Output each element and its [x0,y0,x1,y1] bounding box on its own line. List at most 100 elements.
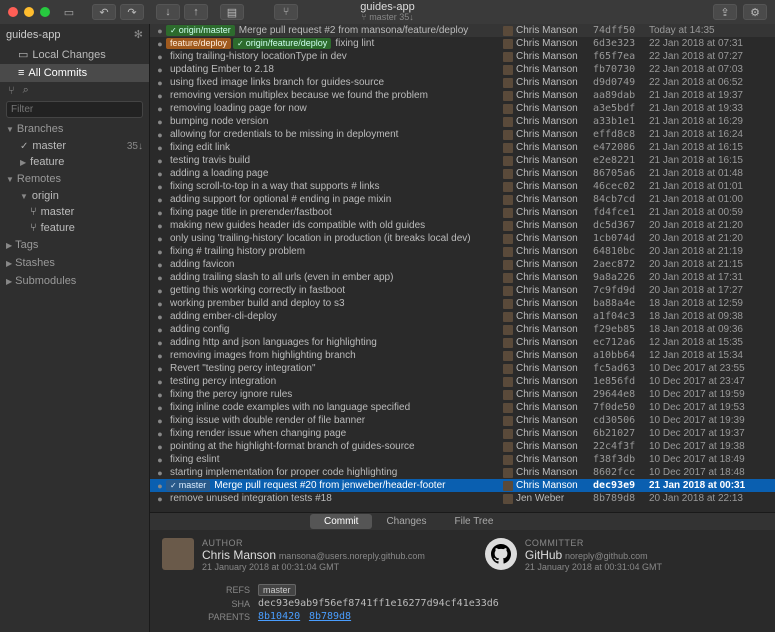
commit-row[interactable]: ●updating Ember to 2.18Chris Mansonfb707… [150,63,775,76]
parent-link[interactable]: 8b10420 [258,611,300,622]
commit-row[interactable]: ●only using 'trailing-history' location … [150,232,775,245]
commit-row[interactable]: ●fixing edit linkChris Mansone47208621 J… [150,141,775,154]
sidebar-all-commits[interactable]: ≡ All Commits [0,64,149,82]
commit-message: fixing issue with double render of file … [166,415,503,426]
branch-master[interactable]: ✓ master 35↓ [0,138,149,154]
sidebar-local-changes[interactable]: ▭ Local Changes [0,45,149,64]
commit-row[interactable]: ●fixing render issue when changing pageC… [150,427,775,440]
author-email: mansona@users.noreply.github.com [279,551,425,561]
push-icon[interactable]: ↑ [184,4,208,20]
commit-row[interactable]: ●getting this working correctly in fastb… [150,284,775,297]
gear-icon[interactable]: ✻ [134,28,143,41]
filter-input[interactable] [6,101,143,118]
committer-section: COMMITTER GitHub noreply@github.com 21 J… [485,538,662,572]
commit-row[interactable]: ●fixing issue with double render of file… [150,414,775,427]
commit-row[interactable]: ●adding faviconChris Manson2aec87220 Jan… [150,258,775,271]
graph-node-icon: ● [154,286,166,296]
commit-row[interactable]: ●working prember build and deploy to s3C… [150,297,775,310]
commit-row[interactable]: ●making new guides header ids compatible… [150,219,775,232]
commit-date: 10 Dec 2017 at 19:38 [649,441,771,452]
settings-icon[interactable]: ⚙ [743,4,767,20]
commit-row[interactable]: ●allowing for credentials to be missing … [150,128,775,141]
chevron-right-icon: ▶ [6,241,12,250]
commit-hash: f38f3db [593,454,649,465]
commit-row[interactable]: ●fixing page title in prerender/fastboot… [150,206,775,219]
redo-icon[interactable]: ↷ [120,4,144,20]
commit-row[interactable]: ●feature/deploy✓origin/feature/deployfix… [150,37,775,50]
commit-row[interactable]: ●removing version multiplex because we f… [150,89,775,102]
commit-row[interactable]: ●remove unused integration tests #18Jen … [150,492,775,505]
remote-branch-master[interactable]: ⑂ master [0,204,149,220]
commit-row[interactable]: ●using fixed image links branch for guid… [150,76,775,89]
sidebar-repo-header[interactable]: guides-app ✻ [0,24,149,45]
commit-row[interactable]: ●✓masterMerge pull request #20 from jenw… [150,479,775,492]
share-icon[interactable]: ⇪ [713,4,737,20]
maximize-window-icon[interactable] [40,7,50,17]
commit-row[interactable]: ●fixing # trailing history problemChris … [150,245,775,258]
stash-icon[interactable]: ▤ [220,4,244,20]
graph-node-icon: ● [154,494,166,504]
ref-badge[interactable]: ✓origin/feature/deploy [233,38,331,49]
ref-badge[interactable]: ✓master [166,480,210,491]
commit-author: Chris Manson [503,428,593,439]
undo-icon[interactable]: ↶ [92,4,116,20]
commit-list[interactable]: ●✓origin/masterMerge pull request #2 fro… [150,24,775,512]
section-remotes[interactable]: ▼ Remotes [0,170,149,188]
remote-branch-feature[interactable]: ⑂ feature [0,220,149,236]
ref-badge[interactable]: feature/deploy [166,38,231,49]
commit-date: 20 Jan 2018 at 21:19 [649,246,771,257]
commit-row[interactable]: ●adding a loading pageChris Manson86705a… [150,167,775,180]
repo-switcher-icon[interactable]: ▭ [58,4,80,20]
commit-message: fixing inline code examples with no lang… [166,402,503,413]
close-window-icon[interactable] [8,7,18,17]
commit-date: 21 Jan 2018 at 01:01 [649,181,771,192]
commit-row[interactable]: ●fixing trailing-history locationType in… [150,50,775,63]
section-branches[interactable]: ▼ Branches [0,120,149,138]
commit-row[interactable]: ●bumping node versionChris Mansona33b1e1… [150,115,775,128]
commit-row[interactable]: ●fixing the percy ignore rulesChris Mans… [150,388,775,401]
commit-date: 10 Dec 2017 at 23:47 [649,376,771,387]
author-avatar-icon [503,65,513,75]
author-avatar-icon [503,208,513,218]
pull-icon[interactable]: ↓ [156,4,180,20]
author-avatar [162,538,194,570]
section-submodules[interactable]: ▶ Submodules [0,272,149,290]
commit-row[interactable]: ●fixing eslintChris Mansonf38f3db10 Dec … [150,453,775,466]
search-icon: ⌕ [23,84,29,97]
commit-message: adding support for optional # ending in … [166,194,503,205]
commit-row[interactable]: ●fixing scroll-to-top in a way that supp… [150,180,775,193]
section-stashes[interactable]: ▶ Stashes [0,254,149,272]
section-tags[interactable]: ▶ Tags [0,236,149,254]
commit-row[interactable]: ●testing travis buildChris Mansone2e8221… [150,154,775,167]
tab-file-tree[interactable]: File Tree [440,514,507,529]
minimize-window-icon[interactable] [24,7,34,17]
local-changes-icon: ▭ [18,48,28,61]
remote-origin[interactable]: ▼ origin [0,188,149,204]
commit-row[interactable]: ●adding support for optional # ending in… [150,193,775,206]
detail-body: AUTHOR Chris Manson mansona@users.norepl… [150,530,775,580]
commit-author: Chris Manson [503,363,593,374]
commit-row[interactable]: ●pointing at the highlight-format branch… [150,440,775,453]
branch-icon[interactable]: ⑂ [4,85,19,97]
commit-row[interactable]: ●starting implementation for proper code… [150,466,775,479]
commit-row[interactable]: ●testing percy integrationChris Manson1e… [150,375,775,388]
tab-changes[interactable]: Changes [372,514,440,529]
commit-row[interactable]: ●Revert "testing percy integration"Chris… [150,362,775,375]
commit-row[interactable]: ●adding configChris Mansonf29eb8518 Jan … [150,323,775,336]
commit-row[interactable]: ●fixing inline code examples with no lan… [150,401,775,414]
tab-commit[interactable]: Commit [310,514,372,529]
parent-link[interactable]: 8b789d8 [309,611,351,622]
branch-feature[interactable]: ▶ feature [0,154,149,170]
commit-hash: 64810bc [593,246,649,257]
ref-badge[interactable]: ✓origin/master [166,25,235,36]
commit-message: adding config [166,324,503,335]
commit-row[interactable]: ●✓origin/masterMerge pull request #2 fro… [150,24,775,37]
commit-hash: cd30506 [593,415,649,426]
branch-icon: ⑂ [30,222,37,234]
commit-row[interactable]: ●adding http and json languages for high… [150,336,775,349]
commit-row[interactable]: ●removing loading page for nowChris Mans… [150,102,775,115]
commit-row[interactable]: ●adding trailing slash to all urls (even… [150,271,775,284]
commit-row[interactable]: ●adding ember-cli-deployChris Mansona1f0… [150,310,775,323]
commit-row[interactable]: ●removing images from highlighting branc… [150,349,775,362]
branches-icon[interactable]: ⑂ [274,4,298,20]
